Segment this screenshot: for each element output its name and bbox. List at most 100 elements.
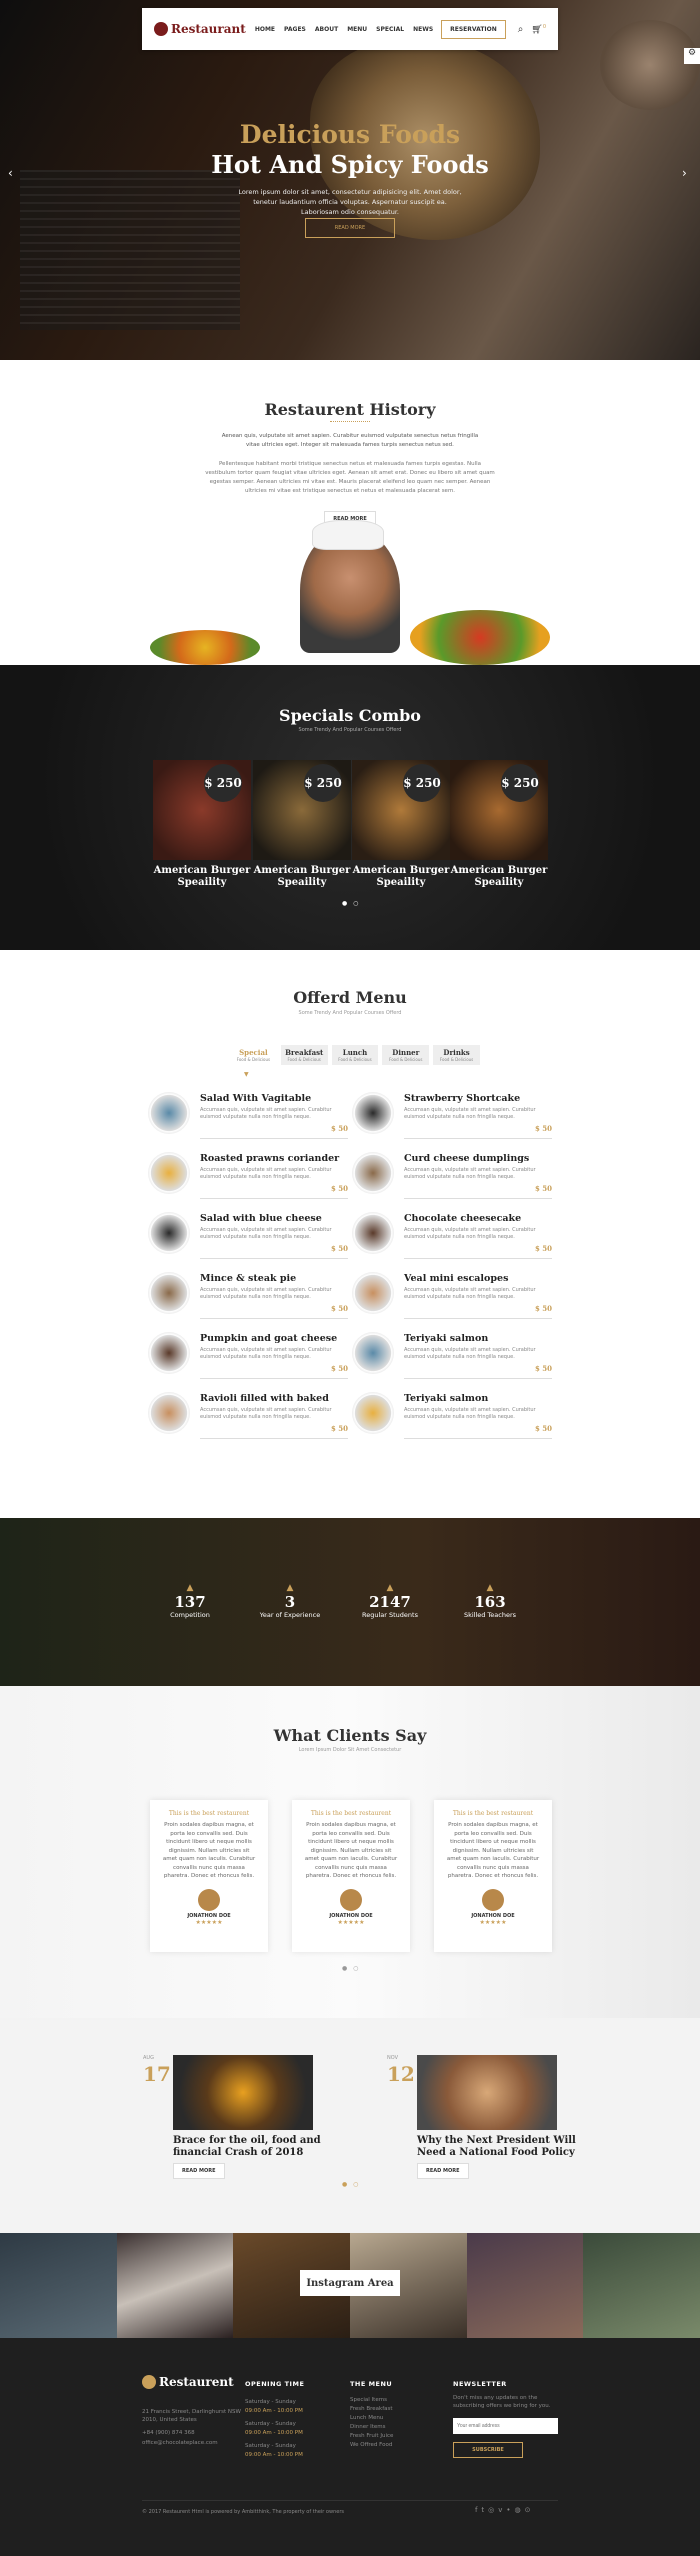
menu-item-price: $ 50 [534,1184,552,1193]
reservation-button[interactable]: RESERVATION [441,19,506,39]
footer-logo-icon [142,2375,156,2389]
tab-dinner[interactable]: Dinner Food & Delicious [382,1045,430,1065]
subscribe-button[interactable]: SUBSCRIBE [453,2442,523,2458]
instagram-photo[interactable] [583,2233,700,2338]
specials-pagination-dots[interactable]: ● ○ [342,900,360,907]
menu-item-desc: Accumsan quis, vulputate sit amet sapien… [404,1167,536,1180]
footer-menu-link[interactable]: Special Items [350,2396,387,2405]
menu-item-divider [200,1258,348,1259]
menu-item-desc: Accumsan quis, vulputate sit amet sapien… [200,1407,332,1420]
stat-icon: ▲ [486,1583,494,1593]
stat-number: 163 [474,1593,506,1611]
hero-hand-image [600,20,700,110]
hero-grill-image [20,170,240,330]
menu-item-desc: Accumsan quis, vulputate sit amet sapien… [404,1347,536,1360]
special-name: American Burger Speaility [352,865,450,888]
nav-menu[interactable]: MENU [347,26,367,33]
footer-menu-link[interactable]: Fresh Fruit Juice [350,2432,393,2441]
history-body: Pellentesque habitant morbi tristique se… [205,461,495,494]
menu-item[interactable]: Teriyaki salmon Accumsan quis, vulputate… [352,1392,552,1444]
stat-number: 2147 [369,1593,411,1611]
blog-image[interactable] [173,2055,313,2130]
nav-pages[interactable]: PAGES [284,26,306,33]
menu-item-name: Pumpkin and goat cheese [200,1333,338,1344]
tab-breakfast[interactable]: Breakfast Food & Delicious [280,1045,328,1065]
stat-label: Skilled Teachers [463,1611,517,1619]
blog-pagination-dots[interactable]: ● ○ [342,2181,360,2188]
menu-item[interactable]: Ravioli filled with baked Accumsan quis,… [148,1392,348,1444]
instagram-photo[interactable] [466,2233,584,2338]
stat-item: ▲ 137 Competition [140,1583,240,1619]
history-title: Restaurent History [264,400,436,419]
menu-item[interactable]: Chocolate cheesecake Accumsan quis, vulp… [352,1212,552,1264]
footer-menu-link[interactable]: Fresh Breakfast [350,2405,393,2414]
special-price: $ 250 [403,764,441,802]
github-icon[interactable]: ⊙ [525,2506,535,2514]
site-logo[interactable]: Restaurant [154,22,252,36]
testimonial-text: Proin sodales dapibus magna, et porta le… [162,1822,256,1879]
chef-hat-image [312,520,384,550]
nav-news[interactable]: NEWS [413,26,433,33]
menu-item-desc: Accumsan quis, vulputate sit amet sapien… [200,1347,332,1360]
instagram-icon[interactable]: ◎ [488,2506,498,2514]
hero-title-1: Delicious Foods [239,120,461,149]
menu-item[interactable]: Strawberry Shortcake Accumsan quis, vulp… [352,1092,552,1144]
opening-day: Saturday - Sunday [245,2421,296,2427]
testimonial-heading: This is the best restaurent [310,1810,392,1817]
newsletter-email-input[interactable] [453,2418,558,2434]
menu-item[interactable]: Roasted prawns coriander Accumsan quis, … [148,1152,348,1204]
footer-email[interactable]: office@chocolateplace.com [142,2438,218,2449]
menu-item-image [352,1152,394,1194]
nav-home[interactable]: HOME [255,26,275,33]
clients-subtitle: Lorem Ipsum Dolor Sit Amet Consectetur [298,1747,402,1753]
opening-hours-item: Saturday - Sunday 09:00 Am - 10:00 PM [245,2442,303,2460]
settings-gear-icon[interactable]: ⚙ [684,48,700,64]
footer-menu-link[interactable]: We Offred Food [350,2441,392,2450]
nav-special[interactable]: SPECIAL [376,26,404,33]
opening-day: Saturday - Sunday [245,2443,296,2449]
logo-icon [154,22,168,36]
special-name: American Burger Speaility [253,865,351,888]
footer-logo[interactable]: Restaurent [142,2375,240,2389]
testimonial-card: This is the best restaurent Proin sodales… [292,1800,410,1952]
title-divider [330,421,370,422]
menu-item[interactable]: Salad With Vagitable Accumsan quis, vulp… [148,1092,348,1144]
footer-menu-link[interactable]: Lunch Menu [350,2414,383,2423]
testimonial-pagination-dots[interactable]: ● ○ [342,1965,360,1972]
footer-menu-link[interactable]: Dinner Items [350,2423,386,2432]
cart-count: 0 [542,23,546,30]
menu-item-desc: Accumsan quis, vulputate sit amet sapien… [404,1287,536,1300]
instagram-photo[interactable] [0,2233,117,2338]
cart-icon[interactable]: 🛒︎0 [531,24,546,35]
slider-prev-icon[interactable]: ‹ [8,166,13,180]
menu-item-divider [404,1378,552,1379]
menu-item-name: Strawberry Shortcake [404,1093,521,1104]
menu-item[interactable]: Teriyaki salmon Accumsan quis, vulputate… [352,1332,552,1384]
tab-special[interactable]: Special Food & Delicious [230,1045,277,1065]
footer-menu-title: THE MENU [350,2380,393,2388]
menu-item[interactable]: Mince & steak pie Accumsan quis, vulputa… [148,1272,348,1324]
instagram-photo[interactable] [116,2233,234,2338]
blog-read-more-button[interactable]: READ MORE [173,2163,225,2179]
menu-item[interactable]: Curd cheese dumplings Accumsan quis, vul… [352,1152,552,1204]
tab-drinks[interactable]: Drinks Food & Delicious [433,1045,480,1065]
nav-about[interactable]: ABOUT [315,26,338,33]
footer-divider [142,2500,558,2501]
menu-item[interactable]: Veal mini escalopes Accumsan quis, vulpu… [352,1272,552,1324]
flickr-icon[interactable]: • [506,2506,514,2514]
blog-image[interactable] [417,2055,557,2130]
blog-title[interactable]: Brace for the oil, food and financial Cr… [173,2135,343,2159]
instagram-area-button[interactable]: Instagram Area [300,2270,400,2296]
tab-lunch[interactable]: Lunch Food & Delicious [331,1045,379,1065]
dribbble-icon[interactable]: ◍ [515,2506,525,2514]
menu-item[interactable]: Salad with blue cheese Accumsan quis, vu… [148,1212,348,1264]
active-tab-caret-icon: ▼ [244,1071,249,1078]
slider-next-icon[interactable]: › [682,166,687,180]
menu-item-desc: Accumsan quis, vulputate sit amet sapien… [200,1227,332,1240]
menu-item[interactable]: Pumpkin and goat cheese Accumsan quis, v… [148,1332,348,1384]
search-icon[interactable]: ⌕ [518,24,524,35]
blog-title[interactable]: Why the Next President Will Need a Natio… [417,2135,587,2159]
blog-read-more-button[interactable]: READ MORE [417,2163,469,2179]
hero-read-more-button[interactable]: READ MORE [305,218,395,238]
menu-item-image [352,1212,394,1254]
